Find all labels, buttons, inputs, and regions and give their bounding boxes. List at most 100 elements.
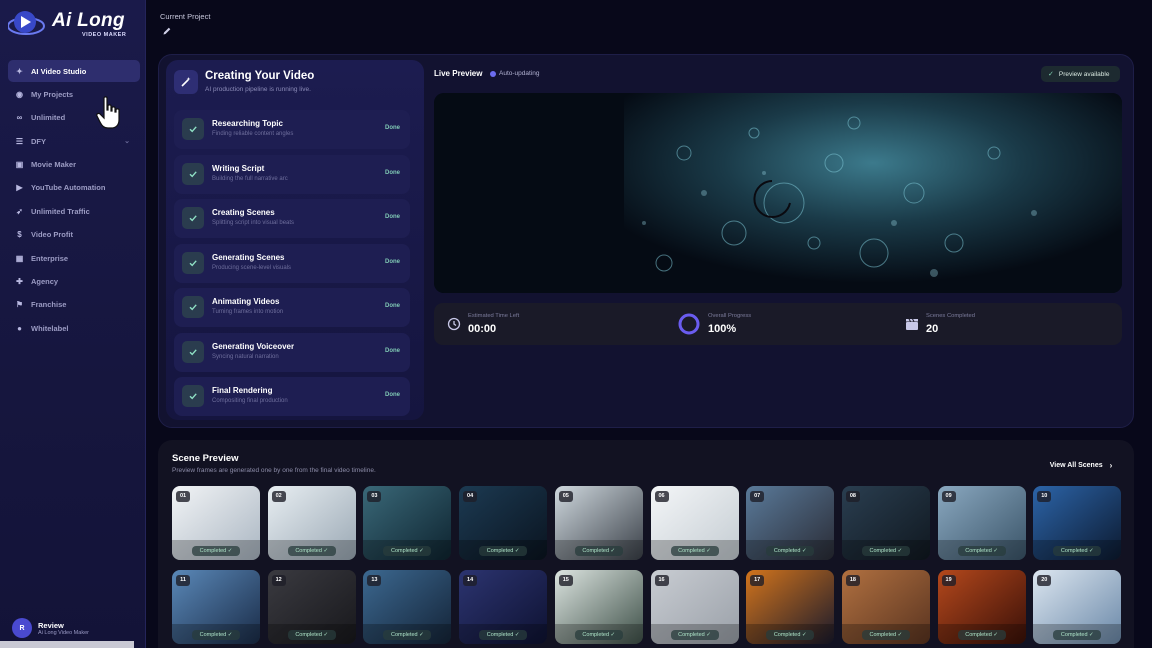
scene-thumbnail[interactable]: 07 Completed ✓: [746, 486, 835, 560]
scene-thumbnail[interactable]: 13 Completed ✓: [363, 570, 452, 644]
step-title: Researching Topic: [212, 119, 283, 128]
overall-progress-stat: Overall Progress 100%: [674, 303, 894, 345]
scene-thumbnail[interactable]: 03 Completed ✓: [363, 486, 452, 560]
check-icon: [182, 207, 204, 229]
scene-status-badge: Completed ✓: [383, 630, 432, 640]
pipeline-step: Researching Topic Finding reliable conten…: [174, 110, 410, 149]
sidebar-item-enterprise[interactable]: ▦ Enterprise: [8, 247, 140, 269]
pipeline-steps: Researching Topic Finding reliable conten…: [174, 110, 410, 422]
badge-icon: ●: [17, 323, 22, 333]
check-icon: ✓: [417, 632, 424, 638]
sidebar-item-label: DFY: [31, 136, 46, 146]
scene-thumbnail[interactable]: 18 Completed ✓: [841, 570, 930, 644]
scene-status-badge: Completed ✓: [287, 630, 336, 640]
check-icon: ✓: [800, 548, 807, 554]
check-icon: ✓: [704, 548, 711, 554]
live-preview-title: Live Preview: [434, 69, 483, 78]
scene-number: 15: [558, 575, 573, 586]
scene-thumbnail[interactable]: 06 Completed ✓: [650, 486, 739, 560]
step-status: Done: [385, 214, 400, 220]
video-frame: [434, 93, 1122, 293]
sidebar-item-label: Agency: [31, 277, 59, 287]
progress-stats: Estimated Time Left 00:00 Overall Progre…: [434, 303, 1122, 345]
scene-thumbnail[interactable]: 16 Completed ✓: [650, 570, 739, 644]
scene-status-badge: Completed ✓: [287, 546, 336, 556]
sidebar-item-video-profit[interactable]: $ Video Profit: [8, 224, 140, 246]
scene-status-label: Completed: [295, 548, 322, 554]
magic-wand-icon: [174, 70, 198, 94]
video-player[interactable]: [434, 93, 1122, 293]
sidebar-item-unlimited-traffic[interactable]: ➶ Unlimited Traffic: [8, 200, 140, 222]
scene-status-badge: Completed ✓: [766, 546, 815, 556]
scene-number: 17: [750, 575, 765, 586]
pipeline-title: Creating Your Video: [205, 70, 315, 82]
sidebar-item-movie-maker[interactable]: ▣ Movie Maker: [8, 154, 140, 176]
view-all-scenes-button[interactable]: View All Scenes ›: [1040, 456, 1122, 474]
sidebar-item-agency[interactable]: ✚ Agency: [8, 271, 140, 293]
sidebar-item-label: Unlimited: [31, 113, 66, 123]
youtube-icon: ▶: [16, 183, 23, 193]
step-status: Done: [385, 258, 400, 265]
chevron-down-icon[interactable]: ⌄: [124, 137, 130, 145]
brand-subtitle: VIDEO MAKER: [82, 32, 127, 38]
scene-status-label: Completed: [582, 632, 610, 638]
check-icon: ✓: [321, 632, 329, 638]
live-status-dot: [490, 71, 496, 77]
hand-cursor-icon: [96, 96, 120, 129]
scene-thumbnail[interactable]: 19 Completed ✓: [937, 570, 1026, 644]
scene-thumbnail[interactable]: 01 Completed ✓: [172, 486, 260, 560]
play-circle-icon: ◉: [16, 89, 23, 99]
preview-available-badge[interactable]: ✓ Preview available: [1041, 66, 1120, 82]
flag-icon: ⚑: [15, 300, 24, 310]
scene-thumbnail[interactable]: 10 Completed ✓: [1033, 486, 1122, 560]
scene-status-label: Completed: [773, 632, 801, 638]
sidebar-item-youtube-automation[interactable]: ▶ YouTube Automation: [8, 177, 140, 199]
sidebar-item-whitelabel[interactable]: ● Whitelabel: [8, 317, 140, 339]
sidebar-item-label: Enterprise: [31, 253, 69, 263]
step-status: Done: [385, 303, 400, 309]
clapperboard-icon: [906, 318, 918, 330]
handshake-icon: ✚: [16, 277, 23, 287]
check-icon: [182, 340, 204, 363]
check-icon: [182, 118, 204, 140]
scene-thumbnail[interactable]: 20 Completed ✓: [1033, 570, 1122, 644]
scenes-completed-label: Scenes Completed: [926, 313, 975, 319]
rocket-icon: ➶: [16, 206, 23, 216]
scene-status-badge: Completed ✓: [192, 630, 240, 640]
sidebar-item-ai-video-studio[interactable]: ✦ AI Video Studio: [8, 60, 140, 82]
scene-thumbnail[interactable]: 17 Completed ✓: [746, 570, 835, 644]
scene-thumbnail[interactable]: 14 Completed ✓: [459, 570, 548, 644]
scene-thumbnail[interactable]: 04 Completed ✓: [459, 486, 548, 560]
scene-thumbnail[interactable]: 12 Completed ✓: [267, 570, 356, 644]
scene-number: 14: [463, 575, 478, 586]
scenes-completed-stat: Scenes Completed 20: [902, 303, 1112, 345]
chevron-right-icon: ›: [1109, 460, 1113, 470]
sidebar-item-label: Unlimited Traffic: [31, 206, 90, 216]
scene-preview-subtitle: Preview frames are generated one by one …: [172, 467, 376, 474]
scene-status-label: Completed: [486, 632, 514, 638]
pencil-icon[interactable]: [162, 26, 172, 36]
scene-thumbnail[interactable]: 05 Completed ✓: [554, 486, 643, 560]
scene-thumbnail[interactable]: 02 Completed ✓: [267, 486, 356, 560]
sidebar-item-label: YouTube Automation: [31, 183, 106, 193]
check-icon: ✓: [321, 548, 329, 554]
step-subtitle: Turning frames into motion: [212, 309, 284, 315]
sidebar: Ai Long VIDEO MAKER ✦ AI Video Studio ◉ My …: [0, 0, 146, 648]
step-status: Done: [385, 347, 400, 354]
scene-thumbnail[interactable]: 11 Completed ✓: [172, 570, 260, 644]
check-icon: ✓: [991, 548, 998, 554]
scene-thumbnail[interactable]: 09 Completed ✓: [937, 486, 1026, 560]
check-icon: ✓: [226, 548, 233, 554]
user-subtitle: Ai Long Video Maker: [38, 629, 89, 636]
scene-thumbnail[interactable]: 08 Completed ✓: [841, 486, 930, 560]
check-icon: ✓: [896, 632, 903, 638]
view-all-scenes-label: View All Scenes: [1049, 461, 1103, 469]
sidebar-item-dfy[interactable]: ☰ DFY ⌄: [8, 130, 140, 152]
user-profile[interactable]: R Review Ai Long Video Maker: [12, 618, 89, 638]
check-icon: ✓: [1048, 71, 1054, 78]
step-status: Done: [385, 125, 400, 131]
scene-number: 07: [750, 491, 765, 502]
brand-logo[interactable]: Ai Long VIDEO MAKER: [8, 6, 132, 42]
sidebar-item-franchise[interactable]: ⚑ Franchise: [8, 294, 140, 316]
scene-thumbnail[interactable]: 15 Completed ✓: [554, 570, 643, 644]
